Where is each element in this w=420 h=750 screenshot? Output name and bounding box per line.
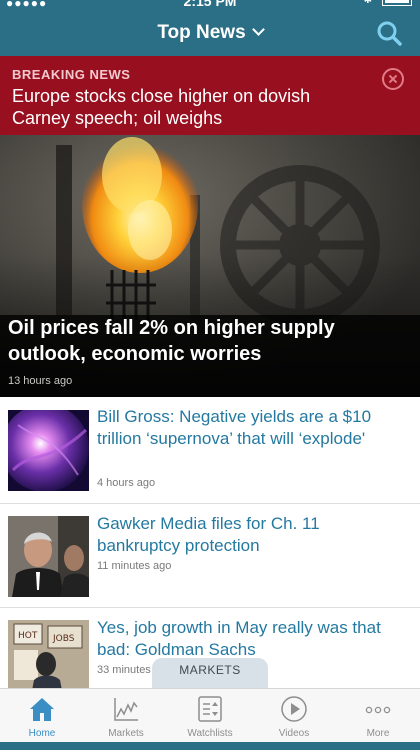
chevron-down-icon [251,23,265,36]
status-time: 2:15 PM [183,0,237,9]
tab-label: Watchlists [187,728,233,739]
markets-chart-icon [114,698,138,721]
list-item[interactable]: Bill Gross: Negative yields are a $10 tr… [0,397,420,504]
hero-story[interactable]: Oil prices fall 2% on higher supply outl… [0,135,420,397]
article-thumbnail [8,410,89,491]
tab-label: Videos [278,728,310,739]
breaking-news-headline: Europe stocks close higher on dovish Car… [12,86,311,128]
close-icon[interactable] [382,68,404,90]
article-thumbnail [8,516,89,597]
tab-label: Markets [108,728,144,739]
article-headline: Bill Gross: Negative yields are a $10 tr… [97,407,372,448]
tab-watchlists[interactable]: Watchlists [168,689,252,750]
play-icon [281,696,307,722]
article-time-ago: 4 hours ago [97,477,156,489]
watchlists-icon [198,696,222,722]
status-bar: ●●●●● 2:15 PM ✱ [0,0,420,10]
page-title: Top News [157,22,246,43]
list-item[interactable]: Gawker Media files for Ch. 11 bankruptcy… [0,504,420,608]
section-selector[interactable]: Top News [0,22,420,44]
search-button[interactable] [376,20,402,46]
tab-bar: Home Markets Watchlists Videos More [0,688,420,750]
breaking-news-label: BREAKING NEWS [12,67,131,82]
hero-headline: Oil prices fall 2% on higher supply outl… [8,317,335,365]
tab-label: More [366,728,390,739]
app-header: ●●●●● 2:15 PM ✱ Top News [0,0,420,56]
bottom-strip [0,742,420,750]
hero-time-ago: 13 hours ago [8,375,73,387]
markets-drawer-tab[interactable]: MARKETS [152,658,268,688]
home-icon [30,698,54,721]
article-list: Bill Gross: Negative yields are a $10 tr… [0,397,420,688]
breaking-news-banner[interactable]: BREAKING NEWS Europe stocks close higher… [0,56,420,135]
tab-videos[interactable]: Videos [252,689,336,750]
article-thumbnail: HOT JOBS [8,620,89,688]
more-dots-icon [365,706,391,714]
battery-icon [382,0,412,6]
bluetooth-icon: ✱ [363,0,372,6]
tab-label: Home [28,728,56,739]
svg-text:JOBS: JOBS [52,634,75,644]
search-icon [377,21,402,46]
tab-more[interactable]: More [336,689,420,750]
article-time-ago: 11 minutes ago [97,560,172,572]
tab-markets[interactable]: Markets [84,689,168,750]
tab-home[interactable]: Home [0,689,84,750]
article-headline: Yes, job growth in May really was that b… [97,618,381,659]
svg-text:HOT: HOT [18,631,38,641]
article-headline: Gawker Media files for Ch. 11 bankruptcy… [97,514,320,555]
